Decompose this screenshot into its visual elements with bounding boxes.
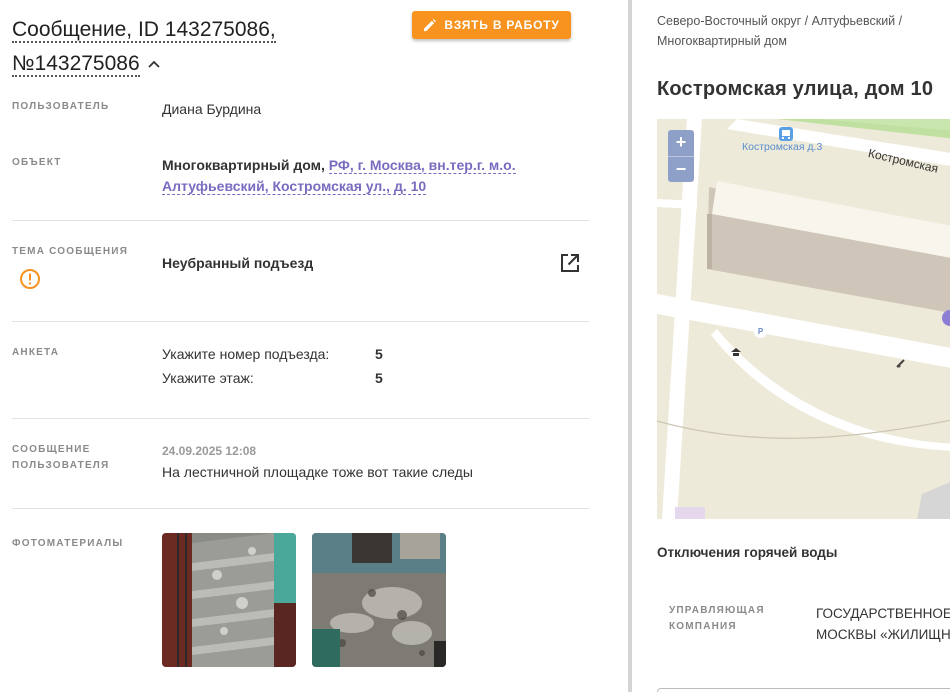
survey-question: Укажите этаж: [162, 370, 254, 386]
shelter-icon [731, 348, 741, 356]
mgmt-value-line1: ГОСУДАРСТВЕННОЕ [816, 606, 950, 621]
photo-thumbnail[interactable] [312, 533, 446, 667]
breadcrumb-line2: Многоквартирный дом [657, 34, 787, 48]
message-label: СООБЩЕНИЕ ПОЛЬЗОВАТЕЛЯ [12, 442, 109, 474]
divider [12, 508, 589, 509]
message-text: На лестничной площадке тоже вот такие сл… [162, 464, 473, 480]
survey-question: Укажите номер подъезда: [162, 346, 330, 362]
message-date: 24.09.2025 12:08 [162, 444, 257, 458]
mgmt-value-line2: МОСКВЫ «ЖИЛИЩН [816, 627, 950, 642]
parking-icon: P [754, 325, 767, 338]
photo-thumbnail[interactable] [162, 533, 296, 667]
take-to-work-button[interactable]: ВЗЯТЬ В РАБОТУ [412, 11, 571, 39]
title-line1: Сообщение, ID 143275086, [12, 18, 276, 43]
object-address-title: Костромская улица, дом 10 [657, 78, 934, 100]
pencil-icon [424, 18, 437, 31]
zoom-in-button[interactable]: + [668, 130, 694, 156]
object-value: Многоквартирный дом, РФ, г. Москва, вн.т… [162, 155, 522, 197]
map-zoom-control: + − [668, 130, 694, 182]
open-external-icon[interactable] [559, 252, 581, 274]
management-company-value: ГОСУДАРСТВЕННОЕ МОСКВЫ «ЖИЛИЩН [816, 603, 950, 645]
message-label-line1: СООБЩЕНИЕ [12, 444, 91, 455]
message-label-line2: ПОЛЬЗОВАТЕЛЯ [12, 460, 110, 471]
map-canvas [657, 119, 950, 519]
divider [12, 418, 589, 419]
survey-label: АНКЕТА [12, 347, 60, 358]
user-label: ПОЛЬЗОВАТЕЛЬ [12, 101, 110, 112]
chevron-up-icon[interactable] [146, 56, 162, 72]
message-details-panel: Сообщение, ID 143275086, №143275086 ВЗЯТ… [0, 0, 628, 692]
hot-water-outage-title: Отключения горячей воды [657, 545, 838, 560]
poi-icon [896, 359, 905, 368]
bus-stop-label: Костромская д.3 [742, 141, 823, 153]
title-line2: №143275086 [12, 52, 140, 77]
user-value: Диана Бурдина [162, 101, 262, 117]
survey-answer: 5 [375, 346, 383, 362]
map[interactable]: + − Костромская д.3 Костромская P [657, 119, 950, 519]
object-label: ОБЪЕКТ [12, 157, 62, 168]
divider [12, 220, 589, 221]
floor-photo-image [312, 533, 446, 667]
mgmt-label-line1: УПРАВЛЯЮЩАЯ [669, 605, 765, 616]
management-company-label: УПРАВЛЯЮЩАЯ КОМПАНИЯ [669, 603, 779, 635]
object-info-panel: Северо-Восточный округ / Алтуфьевский / … [632, 0, 950, 692]
topic-label: ТЕМА СООБЩЕНИЯ [12, 246, 129, 257]
survey-answer: 5 [375, 370, 383, 386]
divider [12, 321, 589, 322]
photos-label: ФОТОМАТЕРИАЛЫ [12, 538, 124, 549]
zoom-out-button[interactable]: − [668, 156, 694, 182]
page-title: Сообщение, ID 143275086, №143275086 [12, 13, 392, 81]
breadcrumb: Северо-Восточный округ / Алтуфьевский / … [657, 11, 942, 51]
bottom-card [657, 688, 950, 692]
mgmt-label-line2: КОМПАНИЯ [669, 621, 737, 632]
breadcrumb-line1: Северо-Восточный округ / Алтуфьевский / [657, 14, 903, 28]
take-to-work-label: ВЗЯТЬ В РАБОТУ [444, 18, 560, 32]
object-type: Многоквартирный дом, [162, 157, 325, 173]
topic-value: Неубранный подъезд [162, 255, 314, 271]
warning-icon [20, 269, 40, 289]
stairs-photo-image [162, 533, 296, 667]
bus-stop-icon[interactable] [778, 126, 794, 142]
